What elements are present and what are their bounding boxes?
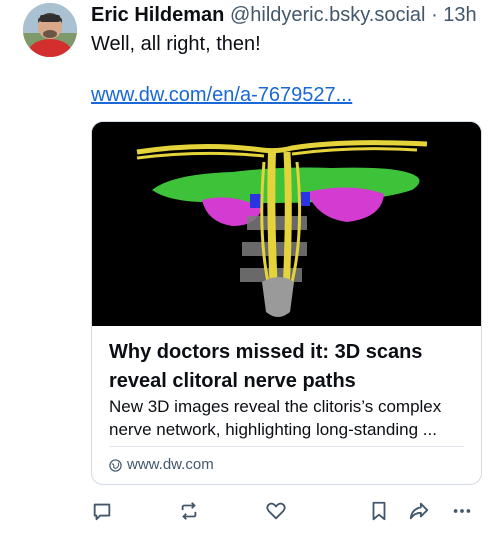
bookmark-icon[interactable]: [368, 500, 392, 524]
avatar[interactable]: [23, 3, 77, 57]
post: Eric Hildeman @hildyeric.bsky.social · 1…: [0, 0, 500, 540]
author-handle[interactable]: @hildyeric.bsky.social: [230, 4, 426, 26]
reply-icon[interactable]: [91, 500, 115, 524]
post-text: Well, all right, then!: [91, 33, 261, 55]
card-divider: [109, 446, 464, 447]
post-actions: [91, 500, 481, 524]
card-image: [92, 122, 481, 326]
card-description: New 3D images reveal the clitoris’s comp…: [109, 397, 442, 439]
separator: ·: [431, 4, 438, 26]
card-title: Why doctors missed it: 3D scans reveal c…: [109, 341, 423, 392]
link-card[interactable]: Why doctors missed it: 3D scans reveal c…: [91, 121, 482, 485]
author-name[interactable]: Eric Hildeman: [91, 4, 224, 26]
share-icon[interactable]: [408, 500, 432, 524]
card-domain: www.dw.com: [109, 456, 214, 474]
post-link[interactable]: www.dw.com/en/a-7679527...: [91, 83, 352, 107]
more-icon[interactable]: [451, 500, 475, 524]
timestamp[interactable]: 13h: [443, 4, 476, 26]
repost-icon[interactable]: [178, 500, 202, 524]
heart-icon[interactable]: [265, 500, 289, 524]
card-domain-text: www.dw.com: [127, 456, 214, 473]
globe-icon: [109, 458, 122, 472]
post-header: Eric Hildeman @hildyeric.bsky.social · 1…: [91, 3, 477, 27]
